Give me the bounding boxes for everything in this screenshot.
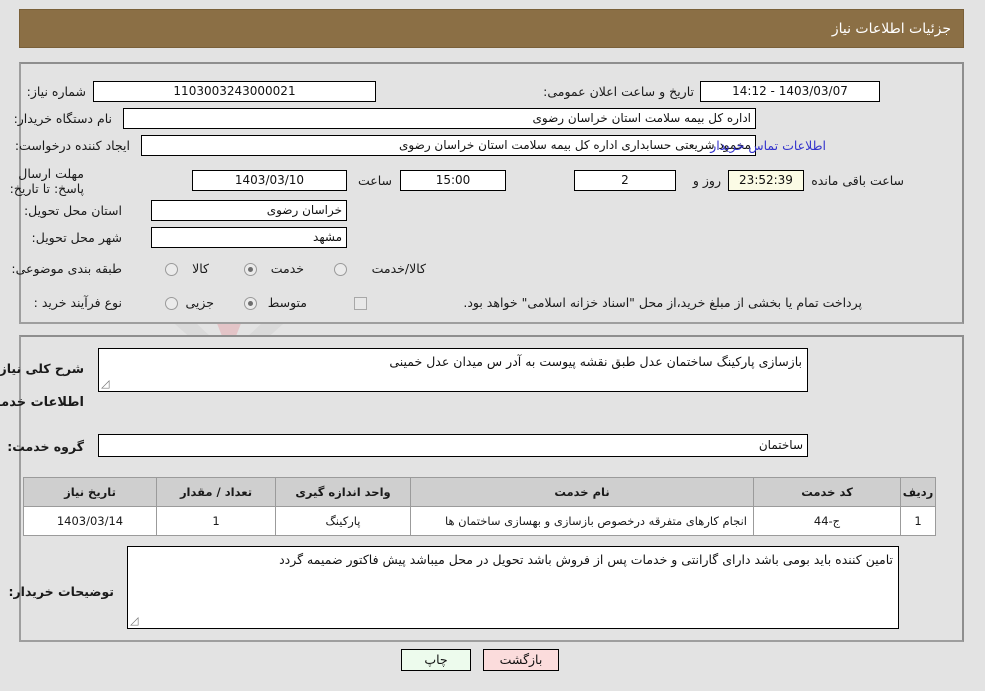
general-desc-label: شرح کلی نیاز: — [0, 361, 85, 376]
th-row-no: ردیف — [901, 477, 937, 507]
city-value: مشهد — [152, 227, 348, 248]
buyer-notes-textarea[interactable]: تامین کننده باید بومی باشد دارای گارانتی… — [128, 546, 900, 629]
radio-classification-kala-label: کالا — [193, 261, 210, 276]
city-label: شهر محل تحویل: — [32, 230, 123, 245]
back-button[interactable]: بازگشت — [484, 649, 560, 671]
radio-classification-kala-khedmat-label: کالا/خدمت — [372, 261, 427, 276]
cell-need-date: 1403/03/14 — [24, 506, 158, 536]
cell-service-name: انجام کارهای متفرقه درخصوص بازسازی و بهس… — [411, 506, 755, 536]
announce-datetime-label: تاریخ و ساعت اعلان عمومی: — [544, 84, 695, 99]
cell-unit: پارکینگ — [276, 506, 412, 536]
announce-datetime-value: 1403/03/07 - 14:12 — [701, 81, 881, 102]
requester-value: محمود شریعتی حسابداری اداره کل بیمه سلام… — [142, 135, 757, 156]
page-title: جزئیات اطلاعات نیاز — [832, 21, 952, 37]
table-row: 1 ج-44 انجام کارهای متفرقه درخصوص بازساز… — [24, 506, 937, 536]
deadline-label: مهلت ارسال پاسخ: تا تاریخ: — [10, 166, 85, 196]
requester-label: ایجاد کننده درخواست: — [15, 138, 131, 153]
buyer-org-value: اداره کل بیمه سلامت استان خراسان رضوی — [124, 108, 757, 129]
cell-service-code: ج-44 — [754, 506, 902, 536]
radio-process-jozi[interactable] — [166, 297, 179, 310]
treasury-bond-label: پرداخت تمام یا بخشی از مبلغ خرید،از محل … — [464, 295, 863, 310]
radio-classification-khedmat[interactable] — [245, 263, 258, 276]
radio-process-jozi-label: جزیی — [186, 295, 215, 310]
deadline-hour-label: ساعت — [358, 173, 393, 188]
general-desc-textarea[interactable]: بازسازی پارکینگ ساختمان عدل طبق نقشه پیو… — [99, 348, 809, 392]
th-service-name: نام خدمت — [411, 477, 755, 507]
province-label: استان محل تحویل: — [24, 203, 123, 218]
th-need-date: تاریخ نیاز — [24, 477, 158, 507]
service-group-label: گروه خدمت: — [8, 439, 85, 454]
general-desc-value: بازسازی پارکینگ ساختمان عدل طبق نقشه پیو… — [390, 354, 803, 369]
buyer-contact-link[interactable]: اطلاعات تماس خریدار — [711, 138, 827, 153]
table-header-row: ردیف کد خدمت نام خدمت واحد اندازه گیری ت… — [24, 477, 937, 507]
th-quantity: تعداد / مقدار — [157, 477, 277, 507]
buyer-notes-value: تامین کننده باید بومی باشد دارای گارانتی… — [280, 552, 894, 567]
resize-grip-icon[interactable]: ◺ — [131, 614, 143, 627]
process-type-label: نوع فرآیند خرید : — [34, 295, 123, 310]
remaining-days-label: روز و — [693, 173, 722, 188]
th-service-code: کد خدمت — [754, 477, 902, 507]
remaining-time-value: 23:52:39 — [729, 170, 805, 191]
buyer-notes-label: توضیحات خریدار: — [9, 584, 115, 599]
radio-process-motavaset[interactable] — [245, 297, 258, 310]
province-value: خراسان رضوی — [152, 200, 348, 221]
deadline-date-value: 1403/03/10 — [193, 170, 348, 191]
deadline-time-value: 15:00 — [401, 170, 507, 191]
services-table: ردیف کد خدمت نام خدمت واحد اندازه گیری ت… — [24, 477, 937, 536]
treasury-bond-checkbox[interactable] — [355, 297, 368, 310]
radio-classification-kala-khedmat[interactable] — [335, 263, 348, 276]
remaining-days-value: 2 — [575, 170, 677, 191]
need-number-value: 1103003243000021 — [94, 81, 377, 102]
radio-classification-khedmat-label: خدمت — [271, 261, 305, 276]
cell-row-no: 1 — [901, 506, 937, 536]
resize-grip-icon[interactable]: ◺ — [102, 377, 114, 390]
classification-label: طبقه بندی موضوعی: — [12, 261, 123, 276]
remaining-time-label: ساعت باقی مانده — [812, 173, 905, 188]
print-button[interactable]: چاپ — [402, 649, 472, 671]
radio-classification-kala[interactable] — [166, 263, 179, 276]
cell-quantity: 1 — [157, 506, 277, 536]
services-info-title: اطلاعات خدمات مورد نیاز — [0, 395, 85, 410]
th-unit: واحد اندازه گیری — [276, 477, 412, 507]
need-number-label: شماره نیاز: — [27, 84, 87, 99]
page-header-bar: جزئیات اطلاعات نیاز — [20, 9, 965, 48]
service-group-value: ساختمان — [99, 434, 809, 457]
radio-process-motavaset-label: متوسط — [268, 295, 308, 310]
buyer-org-label: نام دستگاه خریدار: — [14, 111, 113, 126]
